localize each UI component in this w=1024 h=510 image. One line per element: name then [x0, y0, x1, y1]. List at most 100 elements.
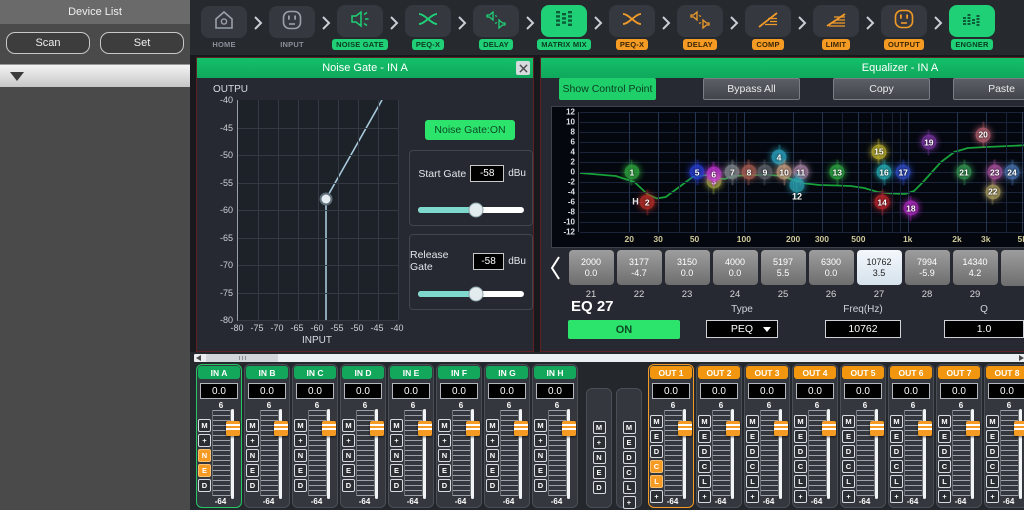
channel-button-l[interactable]: L: [746, 475, 759, 488]
channel-strip-out-4[interactable]: OUT 40.06-64MEDCL+: [792, 364, 838, 508]
channel-button-n[interactable]: N: [534, 449, 547, 462]
channel-button-d[interactable]: D: [294, 479, 307, 492]
channel-button-plus[interactable]: +: [438, 434, 451, 447]
master-strip-1[interactable]: M+NED: [586, 388, 612, 508]
channel-header-out-3[interactable]: OUT 3: [746, 366, 788, 379]
channel-button-d[interactable]: D: [342, 479, 355, 492]
bands-scroll-left-icon[interactable]: [549, 254, 561, 287]
channel-gain-value[interactable]: 0.0: [844, 383, 882, 399]
channel-button-d[interactable]: D: [246, 479, 259, 492]
start-gate-slider-thumb[interactable]: [469, 203, 484, 218]
channel-button-plus[interactable]: +: [794, 490, 807, 503]
channel-button-e[interactable]: E: [794, 430, 807, 443]
fader-handle[interactable]: [514, 421, 528, 436]
channel-button-e[interactable]: E: [650, 430, 663, 443]
copy-button[interactable]: Copy: [833, 78, 930, 100]
channel-button-n[interactable]: N: [294, 449, 307, 462]
eq-band-cell-22[interactable]: 3177-4.7: [617, 250, 662, 285]
fader-handle[interactable]: [726, 421, 740, 436]
master-button-d[interactable]: D: [623, 451, 636, 464]
channel-button-m[interactable]: M: [938, 415, 951, 428]
fader-handle[interactable]: [822, 421, 836, 436]
channel-button-plus[interactable]: +: [986, 490, 999, 503]
eq-point-9[interactable]: 9: [757, 165, 772, 180]
channel-header-in-d[interactable]: IN D: [342, 366, 384, 379]
channel-strip-in-a[interactable]: IN A0.06-64M+NED: [196, 364, 242, 508]
channel-strip-in-e[interactable]: IN E0.06-64M+NED: [388, 364, 434, 508]
channel-strip-in-d[interactable]: IN D0.06-64M+NED: [340, 364, 386, 508]
fader-handle[interactable]: [226, 421, 240, 436]
channel-button-d[interactable]: D: [890, 445, 903, 458]
channel-button-m[interactable]: M: [842, 415, 855, 428]
channel-gain-value[interactable]: 0.0: [248, 383, 286, 399]
eq-point-21[interactable]: 21: [957, 165, 972, 180]
channel-button-plus[interactable]: +: [650, 490, 663, 503]
channel-button-d[interactable]: D: [842, 445, 855, 458]
channel-button-m[interactable]: M: [746, 415, 759, 428]
toolbar-item-output[interactable]: OUTPUT: [878, 5, 930, 50]
channel-button-c[interactable]: C: [746, 460, 759, 473]
set-button[interactable]: Set: [100, 32, 184, 54]
channel-button-e[interactable]: E: [986, 430, 999, 443]
master-button-plus[interactable]: +: [593, 436, 606, 449]
channel-gain-value[interactable]: 0.0: [200, 383, 238, 399]
show-control-point-button[interactable]: Show Control Point: [559, 78, 656, 100]
eq-point-20[interactable]: 20: [976, 127, 991, 142]
channel-button-m[interactable]: M: [438, 419, 451, 432]
channel-header-in-b[interactable]: IN B: [246, 366, 288, 379]
toolbar-item-peq-x[interactable]: PEQ-X: [402, 5, 454, 50]
channel-button-e[interactable]: E: [294, 464, 307, 477]
toolbar-item-noise-gate[interactable]: NOISE GATE: [334, 5, 386, 50]
channel-header-out-4[interactable]: OUT 4: [794, 366, 836, 379]
eq-on-button[interactable]: ON: [568, 320, 680, 339]
scroll-left-icon[interactable]: [196, 355, 201, 361]
channel-button-plus[interactable]: +: [746, 490, 759, 503]
fader-handle[interactable]: [466, 421, 480, 436]
channel-header-in-g[interactable]: IN G: [486, 366, 528, 379]
channel-button-plus[interactable]: +: [294, 434, 307, 447]
channel-button-plus[interactable]: +: [534, 434, 547, 447]
channel-button-d[interactable]: D: [198, 479, 211, 492]
master-button-m[interactable]: M: [593, 421, 606, 434]
channel-button-e[interactable]: E: [698, 430, 711, 443]
channel-header-in-a[interactable]: IN A: [198, 366, 240, 379]
channel-strip-out-7[interactable]: OUT 70.06-64MEDCL+: [936, 364, 982, 508]
eq-point-13[interactable]: 13: [830, 165, 845, 180]
channel-button-d[interactable]: D: [746, 445, 759, 458]
channel-strip-in-b[interactable]: IN B0.06-64M+NED: [244, 364, 290, 508]
channel-button-m[interactable]: M: [698, 415, 711, 428]
noise-gate-title[interactable]: Noise Gate - IN A: [197, 58, 533, 78]
channel-button-n[interactable]: N: [438, 449, 451, 462]
fader-handle[interactable]: [678, 421, 692, 436]
channel-button-d[interactable]: D: [794, 445, 807, 458]
channel-header-out-5[interactable]: OUT 5: [842, 366, 884, 379]
channel-button-d[interactable]: D: [938, 445, 951, 458]
channel-button-n[interactable]: N: [246, 449, 259, 462]
master-button-m[interactable]: M: [623, 421, 636, 434]
channel-button-l[interactable]: L: [842, 475, 855, 488]
channel-button-e[interactable]: E: [746, 430, 759, 443]
eq-point-7[interactable]: 7: [725, 165, 740, 180]
release-gate-slider[interactable]: [418, 291, 524, 297]
channel-button-e[interactable]: E: [198, 464, 211, 477]
close-icon[interactable]: [516, 61, 530, 75]
channel-strip-out-6[interactable]: OUT 60.06-64MEDCL+: [888, 364, 934, 508]
channel-button-l[interactable]: L: [986, 475, 999, 488]
channel-button-c[interactable]: C: [938, 460, 951, 473]
channel-button-m[interactable]: M: [390, 419, 403, 432]
channel-header-out-1[interactable]: OUT 1: [650, 366, 692, 379]
start-gate-value[interactable]: -58: [470, 165, 504, 182]
channel-gain-value[interactable]: 0.0: [988, 383, 1024, 399]
release-gate-slider-thumb[interactable]: [469, 287, 484, 302]
channel-gain-value[interactable]: 0.0: [940, 383, 978, 399]
channel-strip-out-2[interactable]: OUT 20.06-64MEDCL+: [696, 364, 742, 508]
channel-button-m[interactable]: M: [342, 419, 355, 432]
fader-handle[interactable]: [1014, 421, 1024, 436]
toolbar-item-peq-x[interactable]: PEQ-X: [606, 5, 658, 50]
channel-gain-value[interactable]: 0.0: [536, 383, 574, 399]
master-button-e[interactable]: E: [623, 436, 636, 449]
channel-button-d[interactable]: D: [534, 479, 547, 492]
channel-button-e[interactable]: E: [246, 464, 259, 477]
bypass-all-button[interactable]: Bypass All: [703, 78, 800, 100]
channel-header-in-h[interactable]: IN H: [534, 366, 576, 379]
